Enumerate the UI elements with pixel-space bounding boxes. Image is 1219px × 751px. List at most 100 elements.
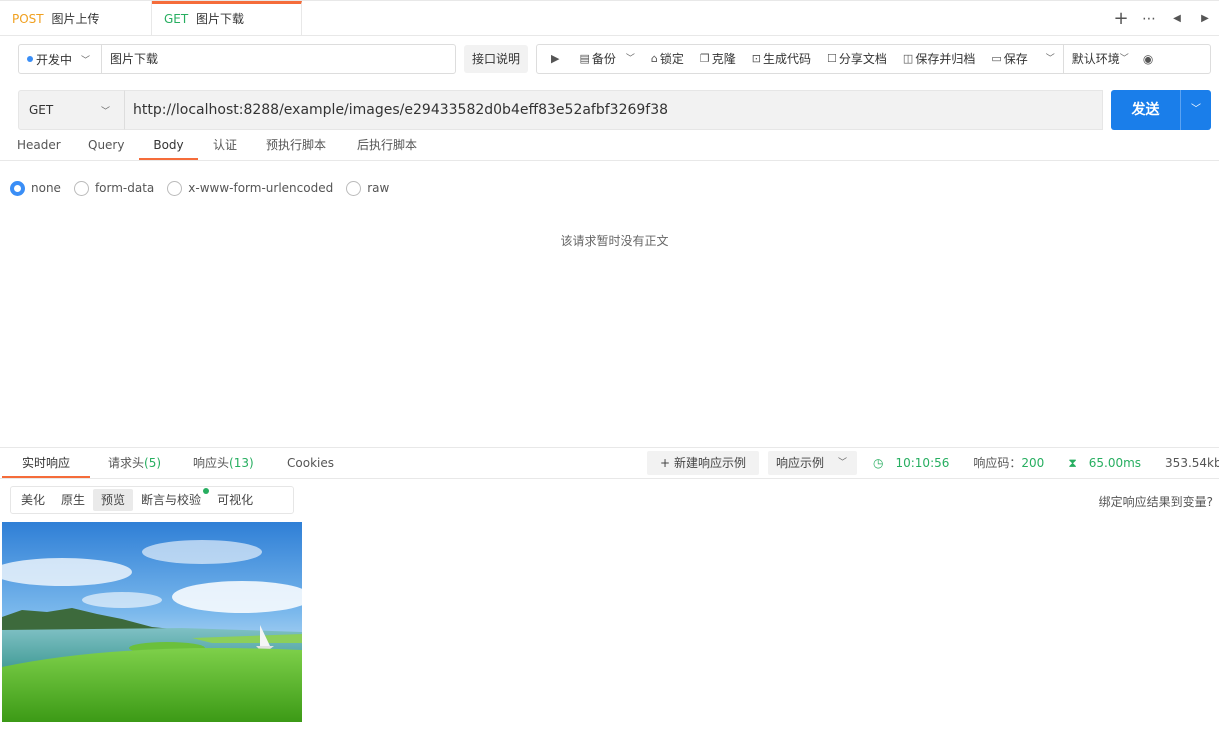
method-label: POST xyxy=(12,12,44,26)
response-meta: ◷10:10:56 响应码：200 ⧗65.00ms 353.54kb ⊕ ⬇ xyxy=(873,448,1219,478)
chevron-down-icon: ﹀ xyxy=(1045,54,1055,64)
method-label: GET xyxy=(164,12,189,26)
share-doc-button[interactable]: ☐ 分享文档 xyxy=(819,45,895,73)
save-button[interactable]: ▭ 保存 ﹀ xyxy=(983,45,1062,73)
status-code-label: 响应码： xyxy=(973,456,1022,470)
backup-button[interactable]: ▤ 备份 ﹀ xyxy=(575,45,642,73)
save-label: 保存 xyxy=(1003,52,1028,66)
count-badge: (5) xyxy=(144,456,162,470)
generate-code-button[interactable]: ⊡ 生成代码 xyxy=(744,45,819,73)
code-icon: ⊡ xyxy=(751,52,762,65)
view-preview[interactable]: 预览 xyxy=(93,489,134,511)
tab-body[interactable]: Body xyxy=(139,134,198,160)
radio-circle xyxy=(167,180,183,196)
status-select[interactable]: 开发中 ﹀ xyxy=(18,44,102,74)
radio-urlencoded[interactable]: x-www-form-urlencoded xyxy=(167,180,334,196)
send-button[interactable]: 发送 xyxy=(1111,90,1180,130)
hourglass-icon: ⧗ xyxy=(1068,456,1077,470)
http-method-select[interactable]: GET ﹀ xyxy=(18,90,125,130)
arrow-right-icon[interactable]: ▶ xyxy=(1191,13,1219,24)
tab-title: 图片上传 xyxy=(51,12,100,26)
view-raw[interactable]: 原生 xyxy=(53,489,93,511)
tab-post-script[interactable]: 后执行脚本 xyxy=(357,134,417,160)
request-tabs: Header Query Body 认证 预执行脚本 后执行脚本 xyxy=(0,134,1219,161)
more-icon[interactable]: ⋯ xyxy=(1135,11,1163,27)
new-example-button[interactable]: + 新建响应示例 xyxy=(647,451,759,475)
empty-body-message: 该请求暂时没有正文 xyxy=(560,234,669,248)
status-code-value: 200 xyxy=(1021,456,1045,470)
eye-button[interactable]: ◉ xyxy=(1137,45,1161,73)
clock-icon: ◷ xyxy=(873,456,884,470)
tab-image-upload[interactable]: POST 图片上传 xyxy=(0,1,152,36)
new-example-label: 新建响应示例 xyxy=(673,456,746,470)
tab-cookies[interactable]: Cookies xyxy=(287,448,334,478)
radio-circle xyxy=(10,180,25,196)
view-visual[interactable]: 可视化 xyxy=(209,489,261,511)
status-code: 响应码：200 xyxy=(973,448,1056,478)
plus-icon: + xyxy=(660,456,671,470)
tab-label: 请求头 xyxy=(108,456,145,470)
view-pretty[interactable]: 美化 xyxy=(13,489,53,511)
body-type-radios: none form-data x-www-form-urlencoded raw xyxy=(10,178,402,198)
send-dropdown-button[interactable]: ﹀ xyxy=(1180,90,1211,130)
example-select[interactable]: 响应示例 ﹀ xyxy=(768,451,857,475)
duration-value: 65.00ms xyxy=(1088,456,1142,470)
lock-label: 锁定 xyxy=(659,52,684,66)
tab-image-download[interactable]: GET 图片下载 xyxy=(152,1,302,36)
clone-label: 克隆 xyxy=(711,52,736,66)
tab-actions: + ⋯ ◀ ▶ xyxy=(1107,1,1219,36)
env-select[interactable]: 默认环境 ﹀ xyxy=(1062,45,1137,73)
arrow-left-icon[interactable]: ◀ xyxy=(1163,13,1191,24)
lock-button[interactable]: ⌂ 锁定 xyxy=(643,45,692,73)
tab-query[interactable]: Query xyxy=(88,134,124,160)
tab-auth[interactable]: 认证 xyxy=(213,134,237,160)
save-archive-label: 保存并归档 xyxy=(915,52,976,66)
generate-code-label: 生成代码 xyxy=(763,52,812,66)
tab-bar: POST 图片上传 GET 图片下载 + ⋯ ◀ ▶ xyxy=(0,0,1219,36)
count-badge: (13) xyxy=(229,456,254,470)
radio-label: form-data xyxy=(94,181,155,195)
tab-header[interactable]: Header xyxy=(17,134,61,160)
response-size: 353.54kb xyxy=(1165,456,1219,470)
radio-raw[interactable]: raw xyxy=(346,180,390,196)
url-input[interactable]: http://localhost:8288/example/images/e29… xyxy=(124,90,1103,130)
radio-circle xyxy=(346,180,362,196)
time-value: 10:10:56 xyxy=(895,456,950,470)
bind-variable-link[interactable]: 绑定响应结果到变量? xyxy=(1099,493,1213,510)
duration: ⧗ 65.00ms xyxy=(1068,448,1153,478)
clone-icon: ❐ xyxy=(699,52,710,65)
eye-icon: ◉ xyxy=(1142,52,1154,66)
view-assert[interactable]: 断言与校验 xyxy=(133,488,210,511)
archive-icon: ◫ xyxy=(902,52,914,65)
http-method-label: GET xyxy=(29,103,54,117)
play-icon: ▶ xyxy=(551,52,560,65)
api-name-field[interactable]: 图片下载 xyxy=(101,44,456,74)
backup-icon: ▤ xyxy=(579,52,590,65)
plus-icon[interactable]: + xyxy=(1107,8,1135,29)
radio-label: x-www-form-urlencoded xyxy=(188,181,334,195)
chevron-down-icon: ﹀ xyxy=(100,106,110,117)
tab-realtime-response[interactable]: 实时响应 xyxy=(2,448,90,478)
status-label: 开发中 xyxy=(36,52,73,67)
view-assert-label: 断言与校验 xyxy=(141,493,202,507)
tab-pre-script[interactable]: 预执行脚本 xyxy=(266,134,326,160)
save-icon: ▭ xyxy=(991,52,1002,65)
tab-response-headers[interactable]: 响应头(13) xyxy=(193,448,254,478)
clone-button[interactable]: ❐ 克隆 xyxy=(692,45,744,73)
tab-label: 响应头 xyxy=(193,456,230,470)
radio-label: raw xyxy=(367,181,390,195)
env-label: 默认环境 xyxy=(1071,52,1120,66)
status-dot xyxy=(27,56,33,62)
lock-icon: ⌂ xyxy=(650,52,658,65)
radio-form-data[interactable]: form-data xyxy=(73,180,155,196)
tab-request-headers[interactable]: 请求头(5) xyxy=(108,448,161,478)
response-bar: 实时响应 请求头(5) 响应头(13) Cookies + 新建响应示例 响应示… xyxy=(0,447,1219,479)
radio-none[interactable]: none xyxy=(10,180,61,196)
save-archive-button[interactable]: ◫ 保存并归档 xyxy=(895,45,983,73)
action-bar: ▶ ▤ 备份 ﹀ ⌂ 锁定 ❐ 克隆 ⊡ 生成代码 ☐ 分享文档 ◫ 保存并归档… xyxy=(536,44,1211,74)
api-doc-button[interactable]: 接口说明 xyxy=(464,45,528,73)
chevron-down-icon: ﹀ xyxy=(1119,54,1129,64)
response-time: ◷ 10:10:56 xyxy=(873,448,961,478)
run-button[interactable]: ▶ xyxy=(537,45,575,73)
chevron-down-icon: ﹀ xyxy=(81,55,91,66)
